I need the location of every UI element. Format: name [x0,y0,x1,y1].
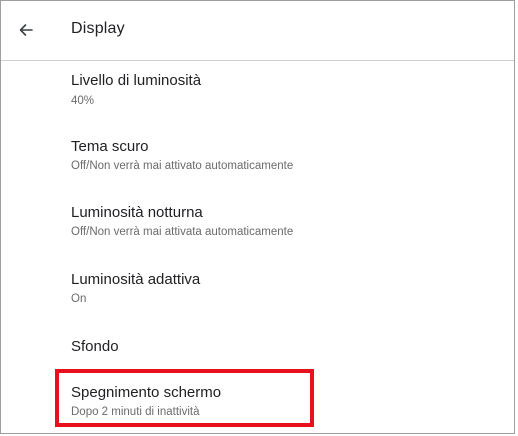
arrow-left-icon [19,24,33,36]
setting-summary: On [71,293,87,305]
setting-dark-theme[interactable]: Tema scuro Off/Non verrà mai attivato au… [1,125,514,191]
setting-summary: Off/Non verrà mai attivato automaticamen… [71,160,294,172]
setting-title: Luminosità adattiva [71,271,201,288]
setting-summary: Off/Non verrà mai attivata automaticamen… [71,226,294,238]
setting-title: Luminosità notturna [71,204,203,221]
setting-wallpaper[interactable]: Sfondo [1,325,514,371]
setting-title: Livello di luminosità [71,72,202,89]
setting-adaptive-brightness[interactable]: Luminosità adattiva On [1,257,514,325]
setting-brightness-level[interactable]: Livello di luminosità 40% [1,61,514,125]
page-title: Display [71,20,125,37]
setting-screen-timeout[interactable]: Spegnimento schermo Dopo 2 minuti di ina… [1,371,514,433]
back-button[interactable] [11,15,41,45]
setting-title: Tema scuro [71,138,149,155]
setting-title: Spegnimento schermo [71,384,222,401]
settings-screen: Display Livello di luminosità 40% Tema s… [0,0,515,434]
setting-title: Sfondo [71,338,119,355]
setting-night-light[interactable]: Luminosità notturna Off/Non verrà mai at… [1,191,514,257]
setting-summary: Dopo 2 minuti di inattività [71,406,200,418]
app-bar: Display [1,1,514,61]
setting-summary: 40% [71,95,95,107]
